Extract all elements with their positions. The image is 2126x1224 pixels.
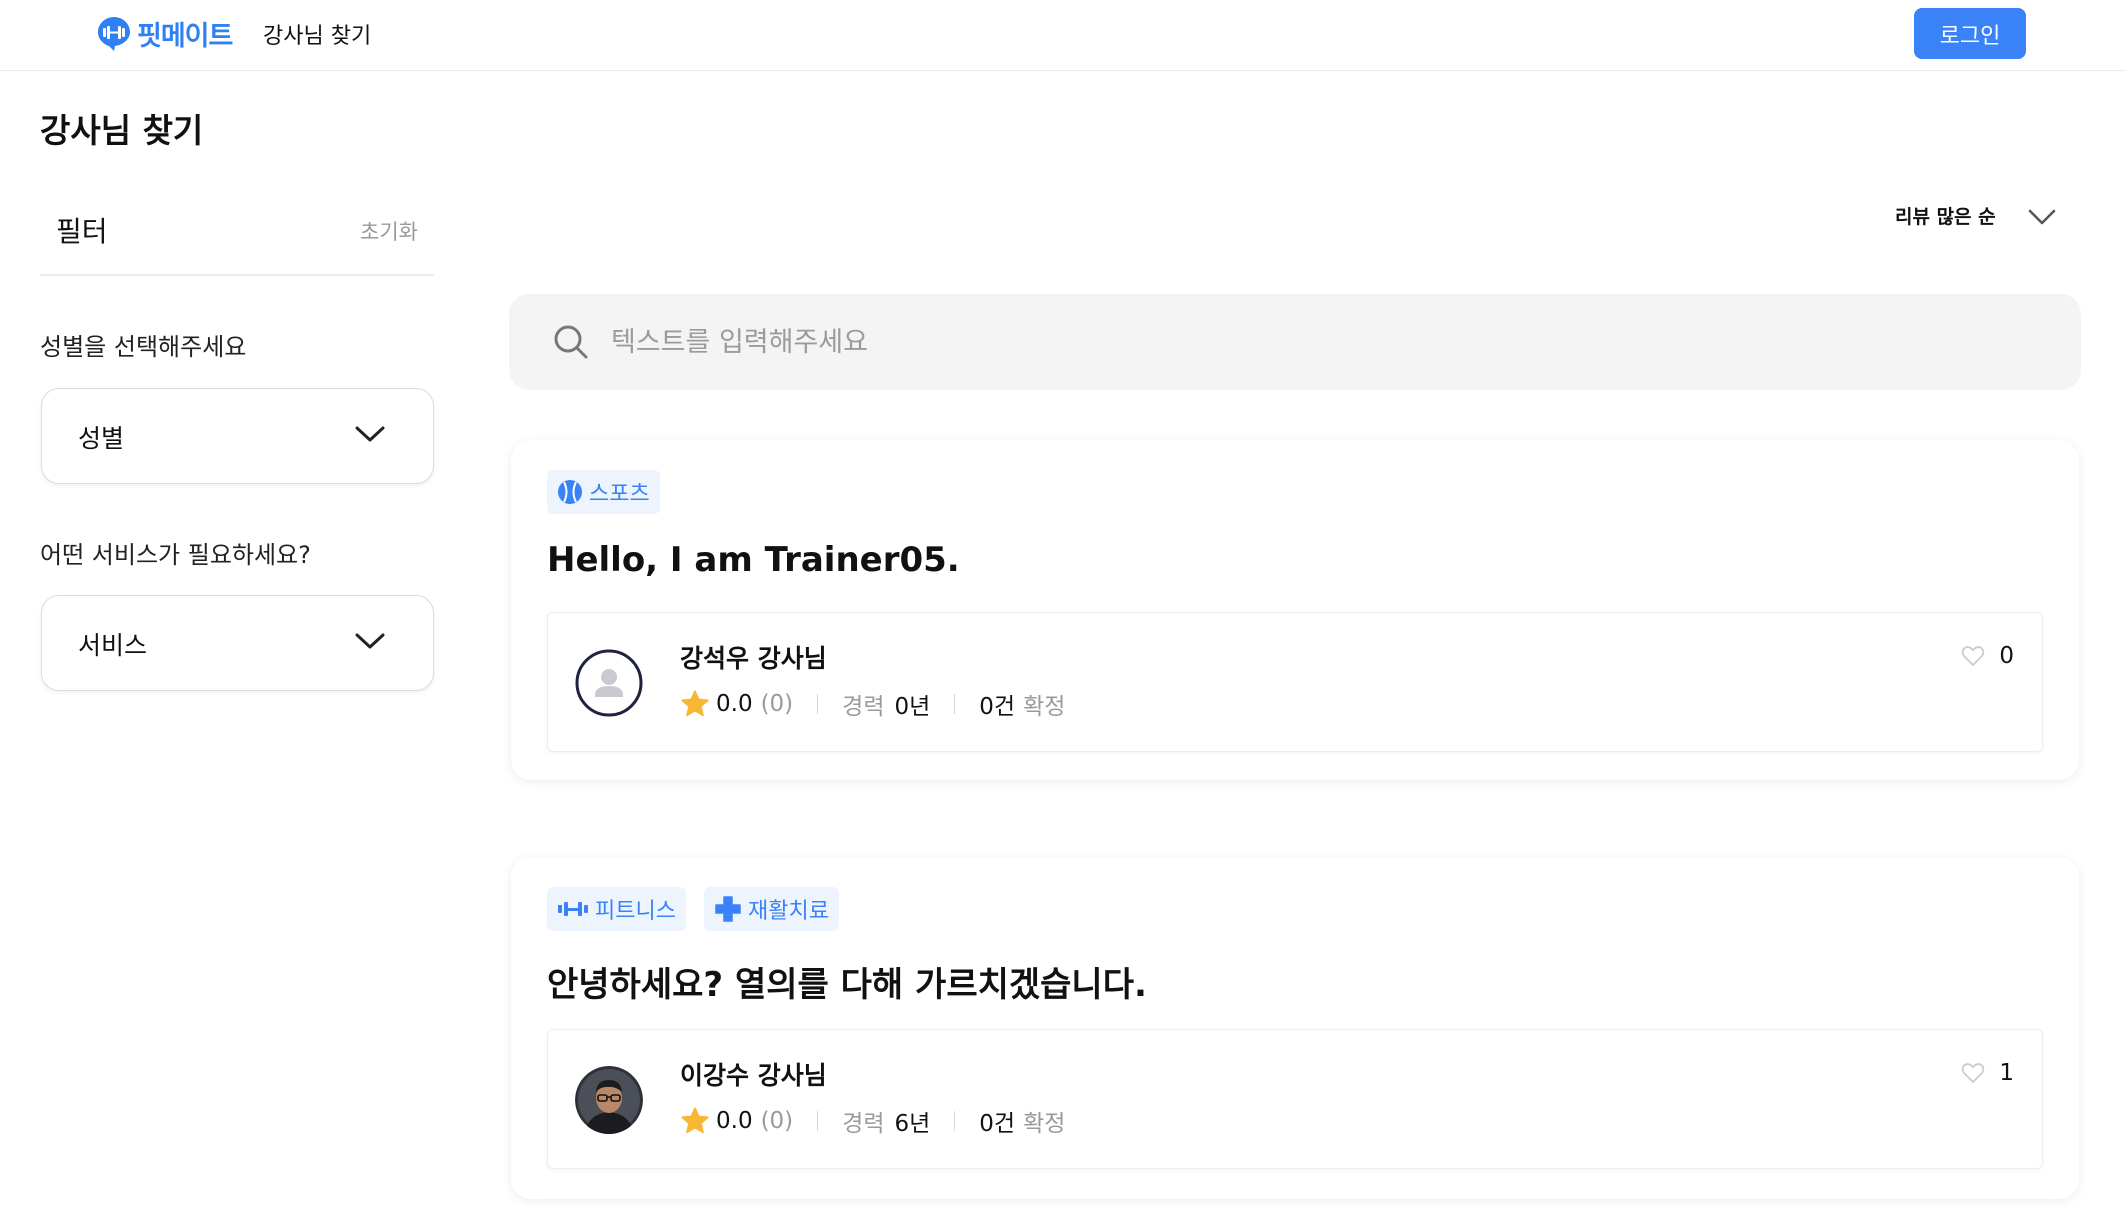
experience-value: 0년 <box>894 694 931 720</box>
like-count: 0 <box>1999 643 2014 669</box>
like-count: 1 <box>1999 1060 2014 1086</box>
nav-find-trainer[interactable]: 강사님 찾기 <box>263 18 371 50</box>
filter-title: 필터 <box>56 215 108 248</box>
trainer-card[interactable]: 스포츠 Hello, I am Trainer05. 강석우 강사님 0.0 (… <box>511 440 2079 780</box>
review-count: (0) <box>760 1108 794 1134</box>
filter-header: 필터 초기화 <box>40 198 434 276</box>
chevron-down-icon <box>355 633 385 649</box>
tag-label: 스포츠 <box>589 482 650 507</box>
tag-label: 재활치료 <box>747 899 829 924</box>
confirmed-count: 0건 <box>979 1111 1016 1137</box>
logo[interactable]: 핏메이트 <box>97 14 233 53</box>
trainer-name: 이강수 강사님 <box>680 1061 827 1090</box>
trainer-info[interactable]: 강석우 강사님 0.0 (0) 경력 0년 0건 확정 0 <box>547 612 2043 752</box>
tag-label: 피트니스 <box>595 899 676 924</box>
sports-ball-icon <box>558 480 582 504</box>
avatar <box>575 649 643 717</box>
search-icon <box>554 325 588 359</box>
experience-value: 6년 <box>894 1111 931 1137</box>
logo-text: 핏메이트 <box>137 21 233 52</box>
service-select-value: 서비스 <box>78 631 148 660</box>
divider <box>954 1111 956 1131</box>
like-button[interactable]: 0 <box>1961 643 2014 669</box>
search-input[interactable] <box>609 318 2009 366</box>
heart-icon <box>1962 1063 1985 1083</box>
dumbbell-icon <box>558 902 588 916</box>
default-avatar-icon <box>575 649 643 717</box>
card-title: Hello, I am Trainer05. <box>547 540 960 580</box>
card-title: 안녕하세요? 열의를 다해 가르치겠습니다. <box>547 965 1147 1005</box>
top-header: 핏메이트 강사님 찾기 로그인 <box>0 0 2126 71</box>
confirmed-count: 0건 <box>979 694 1016 720</box>
reset-button[interactable]: 초기화 <box>360 216 418 246</box>
gender-question: 성별을 선택해주세요 <box>40 333 247 361</box>
review-count: (0) <box>760 691 794 717</box>
heart-icon <box>1962 646 1985 666</box>
like-button[interactable]: 1 <box>1961 1060 2014 1086</box>
experience-label: 경력 <box>842 1111 885 1137</box>
service-select[interactable]: 서비스 <box>41 595 434 691</box>
tag-rehab: 재활치료 <box>703 887 839 931</box>
search-bar <box>509 294 2081 390</box>
page-title: 강사님 찾기 <box>40 111 204 150</box>
rating-value: 0.0 <box>716 691 753 717</box>
divider <box>817 1111 819 1131</box>
login-button[interactable]: 로그인 <box>1914 8 2026 59</box>
trainer-name: 강석우 강사님 <box>680 644 827 673</box>
confirmed-label: 확정 <box>1023 1111 1066 1137</box>
service-question: 어떤 서비스가 필요하세요? <box>40 541 311 569</box>
star-icon <box>681 690 709 717</box>
gender-select-value: 성별 <box>78 424 125 453</box>
divider <box>954 694 956 714</box>
dumbbell-logo-icon <box>98 16 130 51</box>
tag-fitness: 피트니스 <box>547 887 686 931</box>
gender-select[interactable]: 성별 <box>41 388 434 484</box>
avatar <box>575 1066 643 1134</box>
star-icon <box>681 1107 709 1134</box>
trainer-meta: 0.0 (0) 경력 0년 0건 확정 <box>680 687 1065 721</box>
confirmed-label: 확정 <box>1023 694 1066 720</box>
chevron-down-icon <box>355 426 385 442</box>
trainer-card[interactable]: 피트니스 재활치료 안녕하세요? 열의를 다해 가르치겠습니다. 이강수 강사님 <box>511 857 2079 1199</box>
tag-sports: 스포츠 <box>547 470 660 514</box>
trainer-info[interactable]: 이강수 강사님 0.0 (0) 경력 6년 0건 확정 1 <box>547 1029 2043 1169</box>
rating-value: 0.0 <box>716 1108 753 1134</box>
tag-list: 스포츠 <box>547 470 660 514</box>
divider <box>817 694 819 714</box>
chevron-down-icon[interactable] <box>2028 208 2056 226</box>
sort-select[interactable]: 리뷰 많은 순 <box>1895 202 1996 229</box>
trainer-meta: 0.0 (0) 경력 6년 0건 확정 <box>680 1104 1065 1138</box>
experience-label: 경력 <box>842 694 885 720</box>
tag-list: 피트니스 재활치료 <box>547 887 839 931</box>
trainer-photo <box>575 1066 643 1134</box>
medical-cross-icon <box>715 896 741 922</box>
